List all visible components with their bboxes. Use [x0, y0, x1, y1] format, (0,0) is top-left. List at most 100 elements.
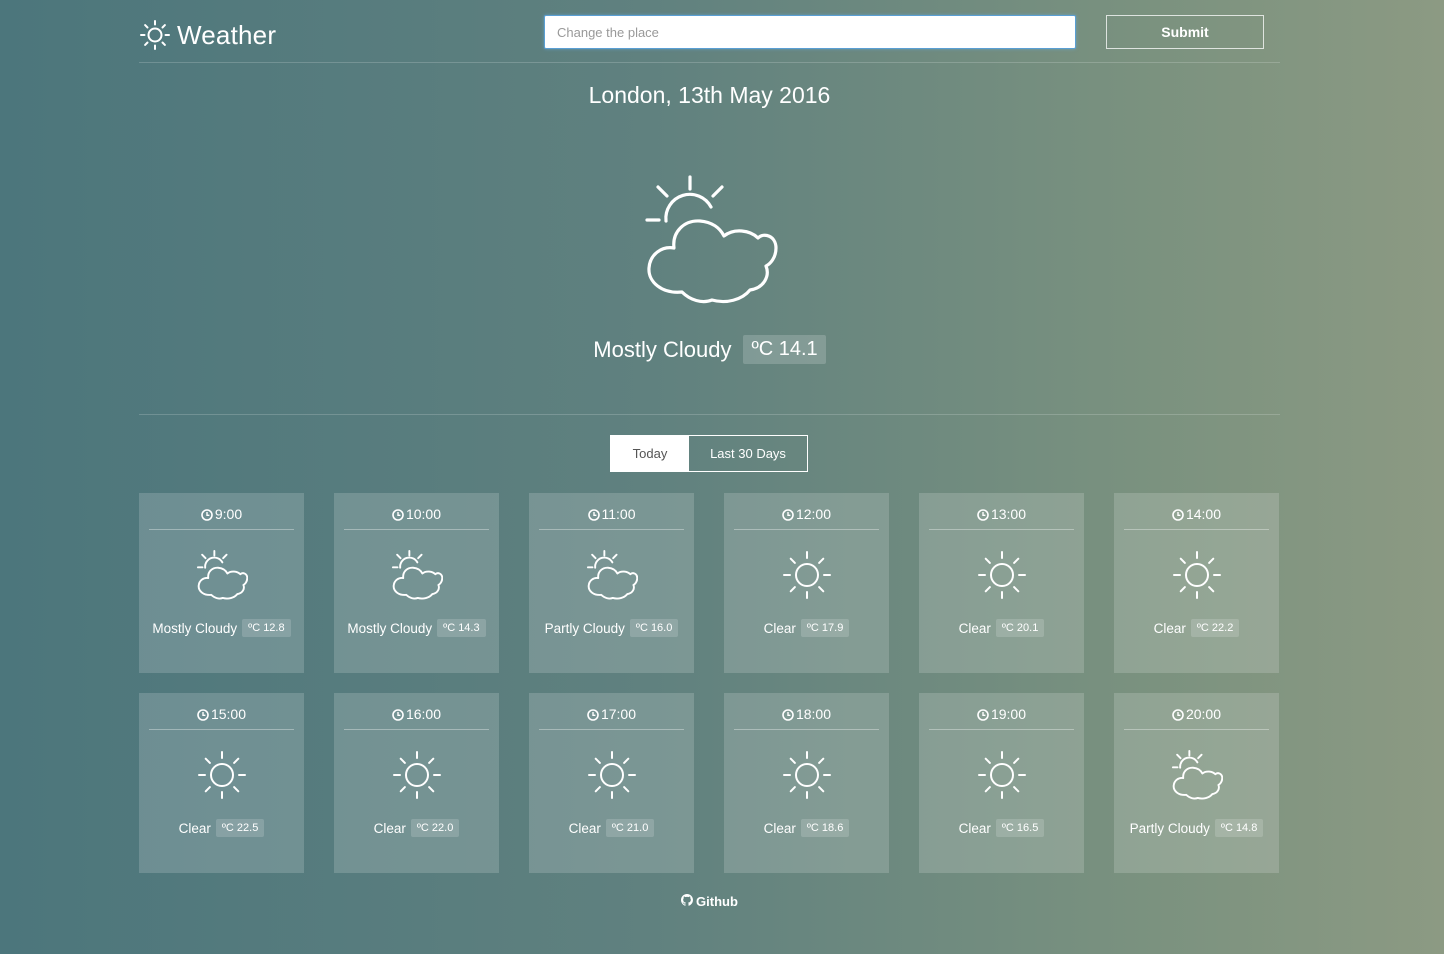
card-time-label: 12:00	[795, 506, 832, 522]
card-time: 15:00	[149, 706, 294, 730]
card-summary: Partly Cloudy ºC 14.8	[1114, 819, 1279, 837]
sun-icon	[196, 749, 248, 806]
hourly-card: 20:00 Partly Cloudy ºC 14.8	[1114, 693, 1279, 873]
sun-icon	[781, 749, 833, 806]
location-title: London, 13th May 2016	[588, 82, 831, 108]
card-temperature-badge: ºC 17.9	[800, 619, 850, 637]
sun-icon	[139, 19, 171, 51]
card-summary: Clear ºC 21.0	[529, 819, 694, 837]
card-time: 20:00	[1124, 706, 1269, 730]
card-summary: Partly Cloudy ºC 16.0	[529, 619, 694, 637]
header-bar: Weather Submit	[139, 0, 1280, 63]
card-temperature-badge: ºC 18.6	[800, 819, 850, 837]
current-temperature-badge: ºC 14.1	[743, 335, 826, 364]
card-summary: Clear ºC 18.6	[724, 819, 889, 837]
card-time: 18:00	[734, 706, 879, 730]
clock-icon	[587, 508, 600, 524]
hourly-card: 9:00 Mostly Cloudy ºC 12.8	[139, 493, 304, 673]
section-divider	[139, 414, 1280, 415]
card-summary: Clear ºC 22.5	[139, 819, 304, 837]
card-temperature-badge: ºC 22.0	[410, 819, 460, 837]
card-condition: Clear	[958, 620, 991, 636]
brand-title: Weather	[177, 19, 277, 50]
hourly-card: 17:00 Clear ºC 21.0	[529, 693, 694, 873]
tab-last-30-days[interactable]: Last 30 Days	[689, 436, 807, 471]
partly-cloudy-icon	[642, 172, 778, 313]
clock-icon	[1172, 708, 1184, 724]
card-time-label: 18:00	[795, 706, 832, 722]
clock-icon	[201, 508, 213, 524]
tab-today[interactable]: Today	[611, 436, 689, 471]
hourly-card: 12:00 Clear ºC 17.9	[724, 493, 889, 673]
card-summary: Clear ºC 17.9	[724, 619, 889, 637]
card-temperature-badge: ºC 21.0	[605, 819, 655, 837]
card-time-label: 9:00	[214, 506, 243, 522]
card-condition: Clear	[958, 820, 991, 836]
card-summary: Clear ºC 22.2	[1114, 619, 1279, 637]
card-time-label: 15:00	[210, 706, 247, 722]
card-condition: Clear	[568, 820, 601, 836]
card-time: 12:00	[734, 506, 879, 530]
hourly-card: 19:00 Clear ºC 16.5	[919, 693, 1084, 873]
clock-icon	[392, 708, 404, 724]
github-link-label: Github	[696, 894, 738, 909]
card-temperature-badge: ºC 14.3	[437, 619, 486, 637]
hourly-card: 18:00 Clear ºC 18.6	[724, 693, 889, 873]
card-time: 9:00	[149, 506, 294, 530]
card-temperature-badge: ºC 14.8	[1214, 819, 1264, 837]
card-time: 19:00	[929, 706, 1074, 730]
app-container: Weather Submit London, 13th May 2016 Mos…	[139, 0, 1280, 954]
footer: Github	[139, 894, 1280, 909]
card-time: 16:00	[344, 706, 489, 730]
hourly-card: 11:00 Partly Cloudy ºC 16.0	[529, 493, 694, 673]
card-condition: Clear	[763, 820, 796, 836]
hourly-card: 10:00 Mostly Cloudy ºC 14.3	[334, 493, 499, 673]
card-summary: Clear ºC 16.5	[919, 819, 1084, 837]
card-temperature-badge: ºC 16.5	[995, 819, 1045, 837]
clock-icon	[392, 508, 404, 524]
github-icon	[681, 894, 694, 909]
card-condition: Clear	[763, 620, 796, 636]
sun-icon	[1171, 549, 1223, 606]
card-condition: Clear	[373, 820, 406, 836]
card-condition: Clear	[1153, 620, 1186, 636]
card-summary: Mostly Cloudy ºC 14.3	[334, 619, 499, 637]
card-time: 13:00	[929, 506, 1074, 530]
sun-icon	[781, 549, 833, 606]
hourly-card: 16:00 Clear ºC 22.0	[334, 693, 499, 873]
partly-cloudy-icon	[586, 549, 639, 606]
card-time-label: 11:00	[601, 506, 636, 522]
card-temperature-badge: ºC 22.2	[1190, 619, 1240, 637]
partly-cloudy-icon	[391, 549, 444, 606]
card-time-label: 19:00	[990, 706, 1027, 722]
card-time: 17:00	[539, 706, 684, 730]
card-condition: Clear	[178, 820, 211, 836]
card-time-label: 13:00	[990, 506, 1027, 522]
search-input[interactable]	[544, 15, 1076, 49]
card-summary: Clear ºC 22.0	[334, 819, 499, 837]
partly-cloudy-icon	[196, 549, 249, 606]
card-time: 11:00	[539, 506, 684, 530]
brand[interactable]: Weather	[139, 18, 276, 52]
clock-icon	[977, 508, 989, 524]
current-condition: Mostly Cloudy	[593, 336, 732, 362]
card-time: 10:00	[344, 506, 489, 530]
clock-icon	[197, 708, 209, 724]
hourly-card: 14:00 Clear ºC 22.2	[1114, 493, 1279, 673]
github-link[interactable]: Github	[681, 894, 738, 909]
submit-button[interactable]: Submit	[1106, 15, 1264, 49]
card-time-label: 16:00	[405, 706, 442, 722]
card-temperature-badge: ºC 22.5	[215, 819, 265, 837]
partly-cloudy-icon	[1171, 749, 1224, 806]
hourly-forecast-grid: 9:00 Mostly Cloudy ºC 12.8 10:00 Mostly Clou…	[139, 493, 1280, 873]
card-condition: Partly Cloudy	[1129, 820, 1210, 836]
clock-icon	[782, 708, 794, 724]
card-time: 14:00	[1124, 506, 1269, 530]
card-summary: Mostly Cloudy ºC 12.8	[139, 619, 304, 637]
clock-icon	[587, 708, 599, 724]
clock-icon	[1172, 508, 1184, 524]
hourly-card: 15:00 Clear ºC 22.5	[139, 693, 304, 873]
hourly-card: 13:00 Clear ºC 20.1	[919, 493, 1084, 673]
sun-icon	[976, 549, 1028, 606]
card-condition: Mostly Cloudy	[347, 620, 433, 636]
